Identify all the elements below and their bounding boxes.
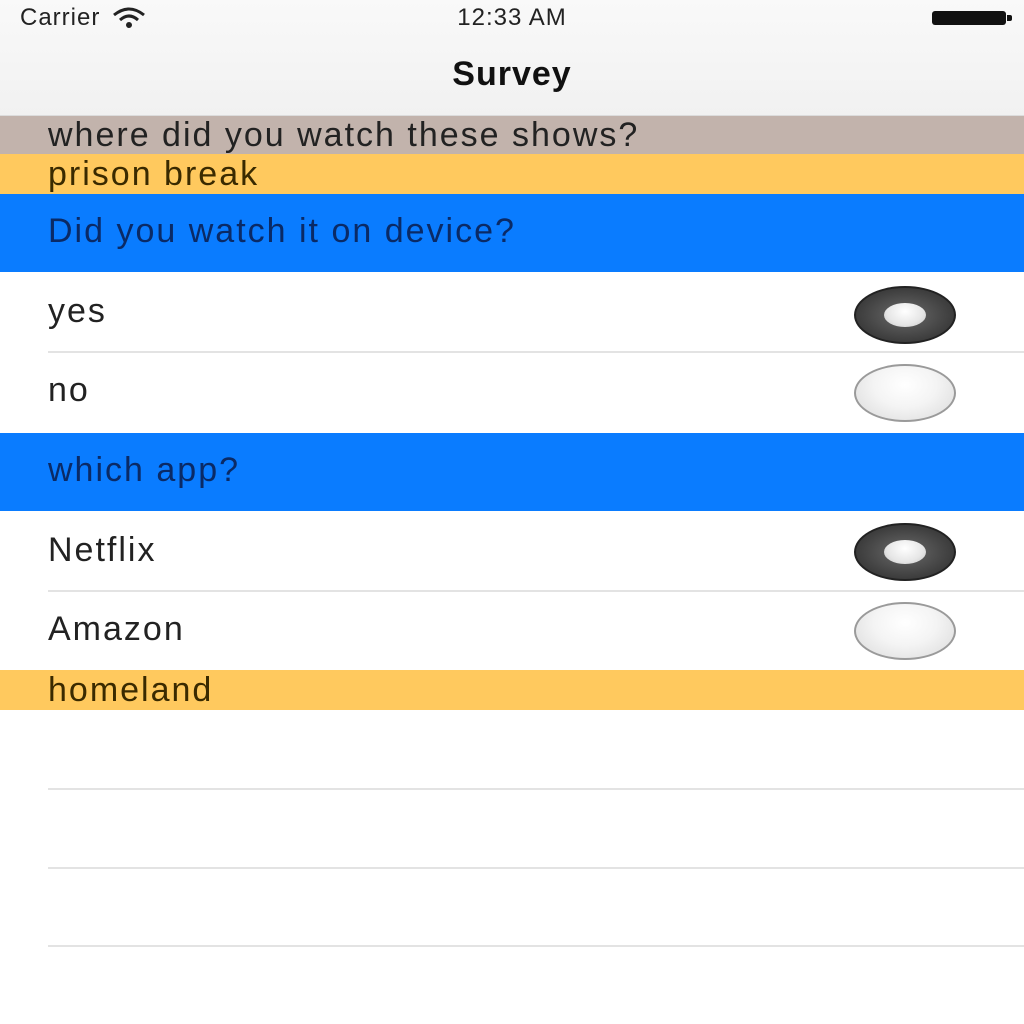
top-bar: Carrier 12:33 AM Survey	[0, 0, 1024, 116]
section-title: where did you watch these shows?	[48, 116, 640, 154]
radio-button[interactable]	[854, 602, 956, 660]
battery-icon	[932, 11, 1012, 25]
show-header-homeland: homeland	[0, 670, 1024, 710]
radio-button-selected[interactable]	[854, 523, 956, 581]
show-header-prison-break: prison break	[0, 154, 1024, 194]
row-separator	[48, 788, 1024, 790]
radio-button[interactable]	[854, 364, 956, 422]
status-time: 12:33 AM	[457, 4, 567, 31]
survey-screen: Carrier 12:33 AM Survey where did you wa…	[0, 0, 1024, 1024]
option-row-netflix[interactable]: Netflix	[0, 511, 1024, 591]
option-label: Amazon	[48, 610, 185, 648]
question-text: which app?	[48, 451, 241, 489]
show-name: prison break	[48, 155, 260, 193]
option-row-yes[interactable]: yes	[0, 272, 1024, 352]
row-separator	[48, 945, 1024, 947]
row-separator	[48, 867, 1024, 869]
show-name: homeland	[48, 671, 214, 709]
option-row-no[interactable]: no	[0, 353, 1024, 433]
option-label: Netflix	[48, 531, 157, 569]
section-header: where did you watch these shows?	[0, 116, 1024, 154]
page-title: Survey	[452, 55, 572, 93]
option-label: no	[48, 371, 90, 409]
question-text: Did you watch it on device?	[48, 212, 516, 250]
question-header: which app?	[0, 433, 1024, 511]
option-row-amazon[interactable]: Amazon	[0, 592, 1024, 670]
option-label: yes	[48, 292, 107, 330]
radio-button-selected[interactable]	[854, 286, 956, 344]
question-header: Did you watch it on device?	[0, 194, 1024, 272]
